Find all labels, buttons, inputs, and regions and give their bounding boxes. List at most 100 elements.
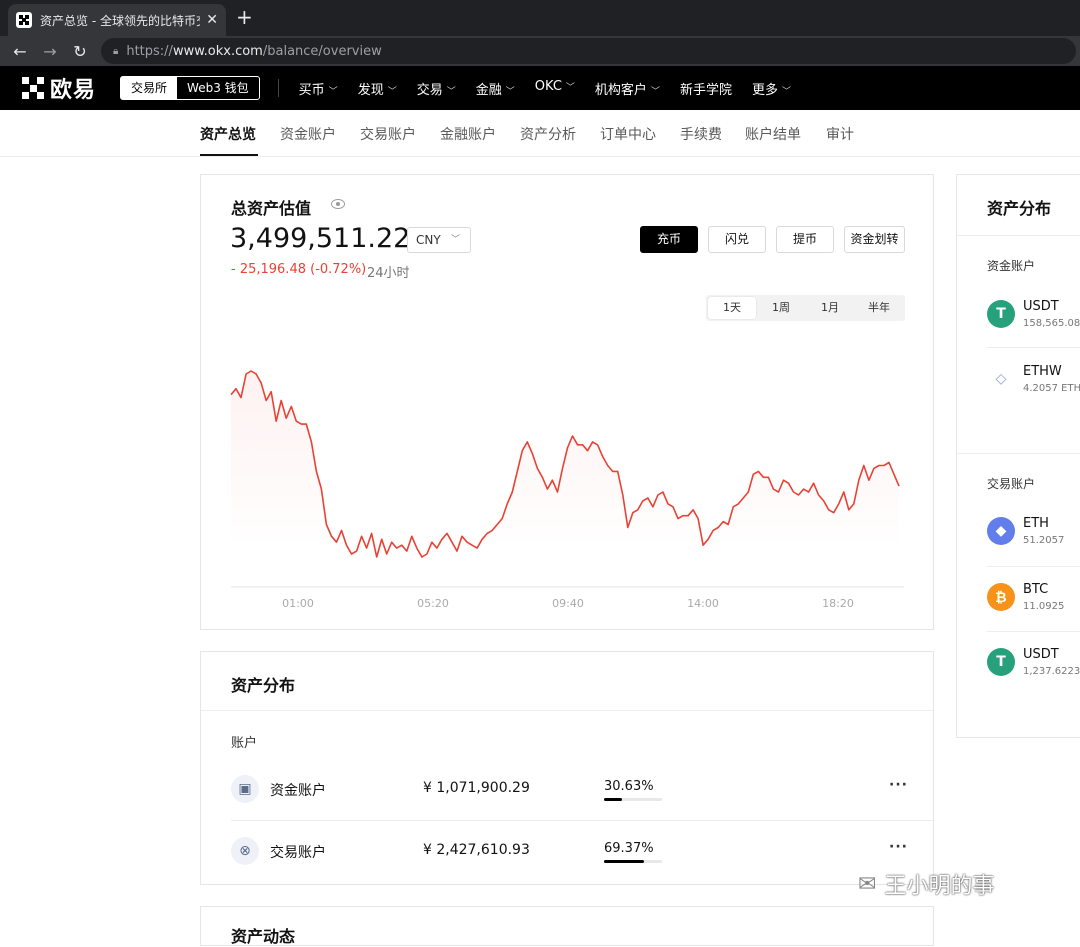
chevron-down-icon: ﹀ bbox=[565, 82, 575, 93]
account-amount: ¥ 2,427,610.93 bbox=[423, 842, 530, 858]
wechat-watermark: ✉ 王小明的事 bbox=[858, 868, 994, 900]
platform-switch: 交易所 Web3 钱包 bbox=[120, 76, 260, 100]
x-tick-label: 01:00 bbox=[282, 597, 314, 610]
tether-icon: T bbox=[987, 300, 1015, 328]
nav-okc[interactable]: OKC ﹀ bbox=[525, 79, 585, 98]
overview-card: 总资产估值 3,499,511.22 CNY ﹀ - 25,196.48 (-0… bbox=[200, 174, 934, 630]
address-bar[interactable]: 🔒︎ https://www.okx.com/balance/overview bbox=[101, 38, 1076, 64]
x-tick-label: 18:20 bbox=[822, 597, 854, 610]
subnav-audit[interactable]: 审计 bbox=[826, 124, 854, 144]
chevron-down-icon: ﹀ bbox=[387, 86, 397, 97]
tether-icon: T bbox=[987, 648, 1015, 676]
coin-amount: 11.0925 bbox=[1023, 601, 1065, 612]
side-coin-row[interactable]: ◆ ETH 51.2057 bbox=[957, 502, 1080, 564]
divider bbox=[957, 235, 1080, 236]
ethereum-icon: ◆ bbox=[987, 517, 1015, 545]
url-path: /balance/overview bbox=[262, 43, 382, 59]
account-amount: ¥ 1,071,900.29 bbox=[423, 780, 530, 796]
subnav-funding[interactable]: 资金账户 bbox=[280, 124, 336, 144]
divider bbox=[987, 566, 1080, 567]
okx-logo-icon bbox=[22, 77, 44, 99]
web3-wallet-tab[interactable]: Web3 钱包 bbox=[177, 77, 259, 99]
bitcoin-icon: ₿ bbox=[987, 583, 1015, 611]
close-tab-icon[interactable]: ✕ bbox=[206, 12, 218, 28]
okx-favicon-icon bbox=[16, 12, 32, 28]
coin-symbol: USDT bbox=[1023, 299, 1059, 314]
nav-discover[interactable]: 发现 ﹀ bbox=[348, 79, 407, 98]
coin-amount: 51.2057 bbox=[1023, 535, 1065, 546]
ethw-icon: ◇ bbox=[987, 365, 1015, 393]
side-coin-row[interactable]: ◇ ETHW 4.2057 ETH bbox=[957, 350, 1080, 412]
chevron-down-icon: ﹀ bbox=[505, 86, 515, 97]
nav-buy-crypto[interactable]: 买币 ﹀ bbox=[289, 79, 348, 98]
account-percent: 30.63% bbox=[604, 779, 654, 794]
coin-symbol: BTC bbox=[1023, 582, 1049, 597]
chevron-down-icon: ﹀ bbox=[446, 86, 456, 97]
okx-logo[interactable]: 欧易 bbox=[22, 72, 96, 104]
account-row-trading[interactable]: ⊗ 交易账户 ¥ 2,427,610.93 69.37% ··· bbox=[201, 822, 933, 880]
percent-bar-fill bbox=[604, 860, 645, 863]
subnav-overview[interactable]: 资产总览 bbox=[200, 124, 256, 144]
more-options-icon[interactable]: ··· bbox=[889, 777, 908, 793]
side-distribution-card: 资产分布 资金账户 T USDT 158,565.089 ◇ ETHW 4.20… bbox=[956, 174, 1080, 738]
side-trading-label: 交易账户 bbox=[987, 477, 1036, 491]
side-funding-label: 资金账户 bbox=[987, 259, 1036, 273]
top-nav: 买币 ﹀ 发现 ﹀ 交易 ﹀ 金融 ﹀ OKC ﹀ 机构客户 ﹀ 新手学院 更多 ﹀ bbox=[289, 79, 801, 98]
coin-symbol: ETHW bbox=[1023, 364, 1062, 379]
side-title: 资产分布 bbox=[987, 199, 1052, 218]
exchange-tab[interactable]: 交易所 bbox=[121, 77, 178, 99]
activity-title: 资产动态 bbox=[231, 927, 296, 946]
subnav-fees[interactable]: 手续费 bbox=[680, 124, 722, 144]
forward-arrow-icon[interactable]: → bbox=[35, 42, 65, 61]
subnav-trading[interactable]: 交易账户 bbox=[360, 124, 416, 144]
asset-activity-card: 资产动态 bbox=[200, 906, 934, 946]
percent-bar bbox=[604, 860, 662, 863]
reload-icon[interactable]: ↻ bbox=[65, 42, 95, 61]
new-tab-button[interactable]: + bbox=[236, 7, 253, 27]
nav-finance[interactable]: 金融 ﹀ bbox=[466, 79, 525, 98]
side-coin-row[interactable]: ₿ BTC 11.0925 bbox=[957, 568, 1080, 630]
percent-bar-fill bbox=[604, 798, 622, 801]
coin-amount: 4.2057 ETH bbox=[1023, 383, 1080, 394]
more-options-icon[interactable]: ··· bbox=[889, 839, 908, 855]
account-section-label: 账户 bbox=[231, 736, 258, 751]
account-subnav: 资产总览 资金账户 交易账户 金融账户 资产分析 订单中心 手续费 账户结单 审… bbox=[0, 110, 1080, 157]
nav-learn[interactable]: 新手学院 bbox=[670, 79, 742, 98]
header-divider bbox=[277, 79, 279, 97]
coin-symbol: ETH bbox=[1023, 516, 1049, 531]
balance-chart[interactable]: 01:00 05:20 09:40 14:00 18:20 bbox=[201, 175, 933, 629]
url-scheme: https:// bbox=[126, 43, 173, 59]
subnav-analysis[interactable]: 资产分析 bbox=[520, 124, 576, 144]
logo-text: 欧易 bbox=[50, 78, 97, 103]
side-coin-row[interactable]: T USDT 1,237.6223 bbox=[957, 633, 1080, 695]
divider bbox=[987, 631, 1080, 632]
distribution-title: 资产分布 bbox=[231, 676, 296, 695]
back-arrow-icon[interactable]: ← bbox=[5, 42, 35, 61]
tab-title: 资产总览 - 全球领先的比特币交易所 bbox=[40, 13, 200, 28]
subnav-orders[interactable]: 订单中心 bbox=[600, 124, 656, 144]
side-coin-row[interactable]: T USDT 158,565.089 bbox=[957, 285, 1080, 347]
account-row-funding[interactable]: ▣ 资金账户 ¥ 1,071,900.29 30.63% ··· bbox=[201, 760, 933, 818]
chevron-down-icon: ﹀ bbox=[650, 86, 660, 97]
url-host: www.okx.com bbox=[172, 43, 263, 59]
account-percent: 69.37% bbox=[604, 841, 654, 856]
nav-more[interactable]: 更多 ﹀ bbox=[742, 79, 801, 98]
browser-tab[interactable]: 资产总览 - 全球领先的比特币交易所 ✕ bbox=[8, 4, 226, 36]
subnav-finance[interactable]: 金融账户 bbox=[440, 124, 496, 144]
browser-toolbar: ← → ↻ 🔒︎ https://www.okx.com/balance/ove… bbox=[0, 36, 1080, 66]
nav-institutional[interactable]: 机构客户 ﹀ bbox=[585, 79, 670, 98]
chevron-down-icon: ﹀ bbox=[781, 86, 791, 97]
wallet-icon: ▣ bbox=[231, 775, 259, 803]
lock-icon: 🔒︎ bbox=[113, 45, 119, 57]
nav-trade[interactable]: 交易 ﹀ bbox=[407, 79, 466, 98]
divider bbox=[987, 347, 1080, 348]
divider bbox=[957, 453, 1080, 454]
x-tick-label: 14:00 bbox=[687, 597, 719, 610]
wechat-icon: ✉ bbox=[858, 871, 877, 897]
account-name: 资金账户 bbox=[270, 783, 326, 799]
subnav-statements[interactable]: 账户结单 bbox=[745, 124, 801, 144]
chevron-down-icon: ﹀ bbox=[328, 86, 338, 97]
link-icon: ⊗ bbox=[231, 837, 259, 865]
x-tick-label: 05:20 bbox=[417, 597, 449, 610]
coin-symbol: USDT bbox=[1023, 647, 1059, 662]
